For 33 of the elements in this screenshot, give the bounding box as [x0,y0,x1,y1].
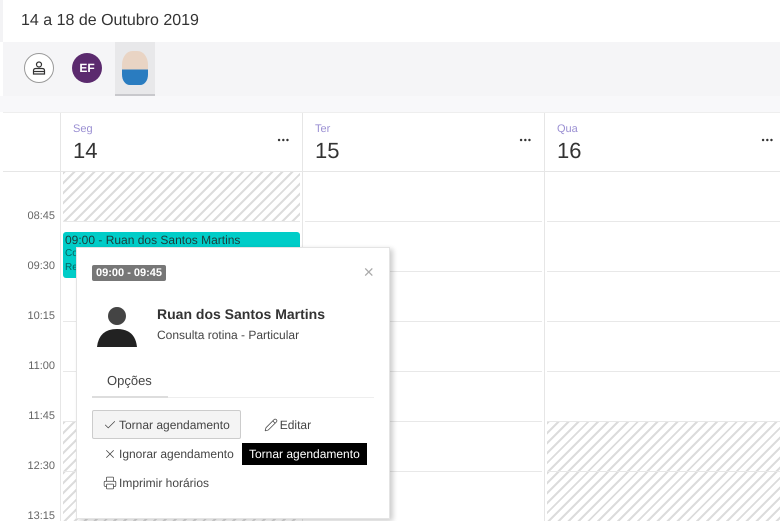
professional-tab[interactable]: EF [67,42,107,96]
printer-icon [103,476,117,490]
time-label: 13:15 [27,510,55,521]
pencil-icon [264,418,278,432]
user-icon [24,53,54,83]
more-menu[interactable]: ••• [762,135,774,171]
weekday-label: Seg [73,123,94,135]
weekday-label: Ter [315,123,332,135]
action-button[interactable]: Tornar agendamento [92,410,241,439]
day-number: 16 [557,138,582,164]
day-number: 15 [315,138,340,164]
options-tab[interactable]: Opções [92,367,168,398]
action-button[interactable]: Editar [252,410,322,439]
time-label: 09:30 [27,260,55,272]
time-label: 10:15 [27,310,55,322]
time-label: 11:00 [28,360,55,372]
patient-name: Ruan dos Santos Martins [157,306,326,322]
time-label: 11:45 [28,410,55,422]
action-button[interactable]: Imprimir horários [92,468,220,497]
tooltip: Tornar agendamento [242,443,367,465]
time-label: 08:45 [27,210,55,222]
weekday-label: Qua [557,123,579,135]
day-number: 14 [73,138,98,164]
photo-placeholder [122,51,148,85]
more-menu[interactable]: ••• [278,135,290,171]
time-label: 12:30 [27,460,55,472]
event-title: 09:00 - Ruan dos Santos Martins [65,233,242,247]
user-avatar: EF [72,53,102,83]
more-menu[interactable]: ••• [520,135,532,171]
action-button[interactable]: Ignorar agendamento [92,439,245,468]
appointment-type: Consulta rotina - Particular [157,328,300,342]
page-title: 14 a 18 de Outubro 2019 [21,12,199,30]
time-badge: 09:00 - 09:45 [92,264,166,280]
